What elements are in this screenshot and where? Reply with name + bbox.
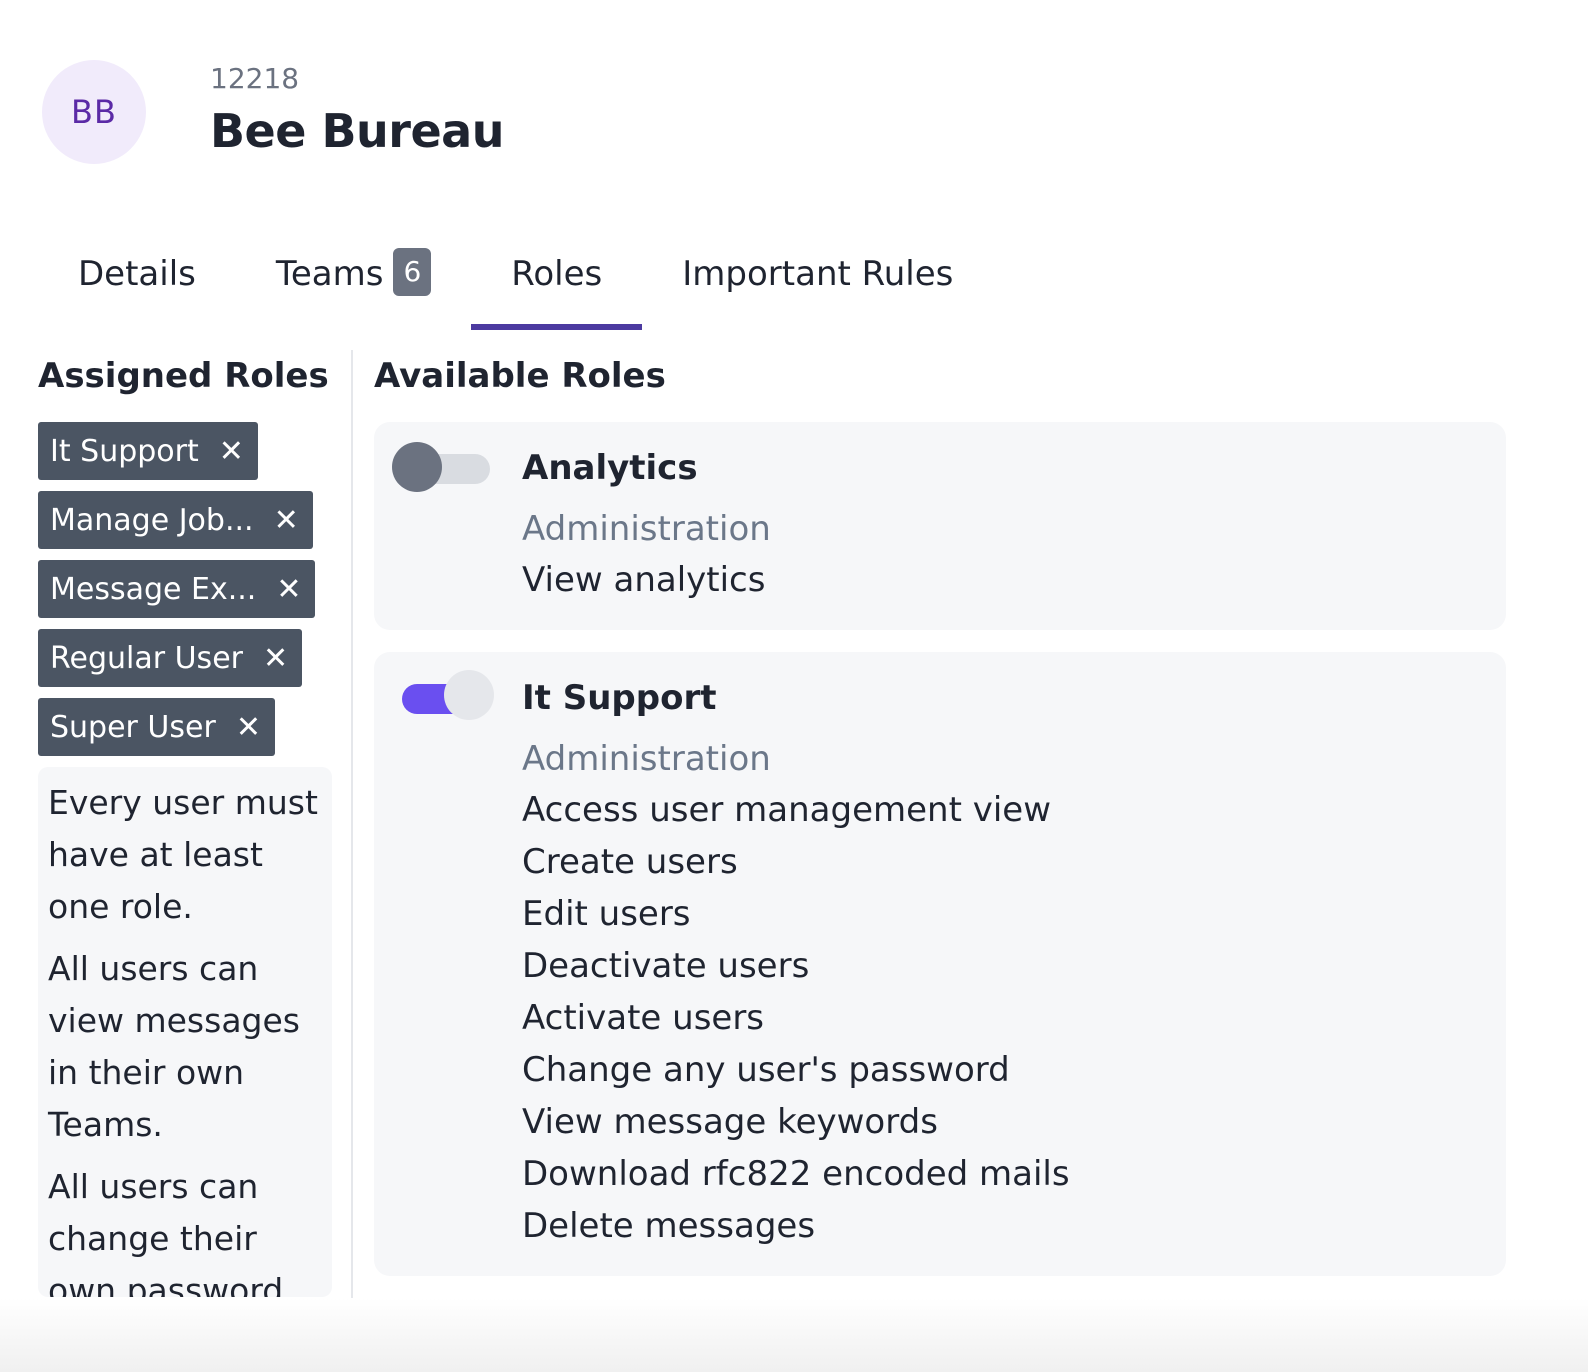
permission-item: Download rfc822 encoded mails	[522, 1154, 1070, 1194]
permission-item: Deactivate users	[522, 946, 810, 986]
permission-item: Create users	[522, 842, 738, 882]
assigned-roles-panel: Assigned Roles It Support ✕ Manage Job..…	[38, 350, 338, 1298]
permission-item: View analytics	[522, 560, 766, 600]
close-icon[interactable]: ✕	[263, 641, 288, 676]
permission-item: View message keywords	[522, 1102, 938, 1142]
column-divider	[351, 350, 353, 1298]
role-card-it-support: It Support Administration Access user ma…	[374, 652, 1506, 1276]
close-icon[interactable]: ✕	[274, 503, 299, 538]
close-icon[interactable]: ✕	[276, 572, 301, 607]
org-id: 12218	[210, 62, 300, 95]
tab-bar: Details Teams 6 Roles Important Rules	[38, 232, 993, 330]
tab-roles[interactable]: Roles	[471, 232, 643, 330]
role-chip-label: It Support	[50, 433, 199, 469]
tab-details[interactable]: Details	[38, 232, 236, 330]
close-icon[interactable]: ✕	[236, 710, 261, 745]
tab-label: Important Rules	[682, 254, 954, 294]
role-chip: Regular User ✕	[38, 629, 303, 687]
assigned-roles-title: Assigned Roles	[38, 356, 329, 396]
role-chip: It Support ✕	[38, 422, 258, 480]
permission-item: Activate users	[522, 998, 765, 1038]
role-chip: Message Ex... ✕	[38, 560, 316, 618]
close-icon[interactable]: ✕	[219, 434, 244, 469]
role-chip-label: Message Ex...	[50, 571, 257, 607]
permission-item: Edit users	[522, 894, 691, 934]
toggle-knob	[392, 442, 442, 492]
role-chip: Super User ✕	[38, 698, 275, 756]
assigned-role-list: It Support ✕ Manage Job... ✕ Message Ex.…	[38, 422, 338, 767]
tab-important-rules[interactable]: Important Rules	[642, 232, 993, 330]
role-chip: Manage Job... ✕	[38, 491, 313, 549]
role-card-analytics: Analytics Administration View analytics	[374, 422, 1506, 630]
permission-item: Access user management view	[522, 790, 1052, 830]
available-roles-panel: Available Roles Analytics Administration…	[374, 350, 1506, 1276]
role-name: Analytics	[522, 448, 698, 488]
role-category: Administration	[522, 509, 771, 549]
rule-text: All users can change their own password.	[48, 1167, 294, 1297]
role-toggle[interactable]	[392, 442, 494, 492]
toggle-knob	[444, 670, 494, 720]
role-chip-label: Regular User	[50, 640, 243, 676]
role-toggle[interactable]	[392, 670, 494, 722]
rule-text: All users can view messages in their own…	[48, 949, 300, 1144]
role-chip-label: Super User	[50, 709, 216, 745]
count-badge: 6	[393, 248, 432, 296]
tab-label: Details	[78, 254, 196, 294]
rule-text: Every user must have at least one role.	[48, 783, 318, 926]
role-category: Administration	[522, 739, 771, 779]
permission-item: Change any user's password	[522, 1050, 1010, 1090]
tab-label: Teams	[275, 254, 384, 294]
bottom-fade	[0, 1298, 1588, 1372]
role-chip-label: Manage Job...	[50, 502, 254, 538]
page-title: Bee Bureau	[210, 104, 504, 158]
tab-label: Roles	[511, 254, 603, 294]
available-roles-title: Available Roles	[374, 356, 666, 396]
tab-teams[interactable]: Teams 6	[236, 232, 471, 330]
role-rules-box: Every user must have at least one role. …	[38, 767, 332, 1297]
avatar: BB	[42, 60, 146, 164]
role-name: It Support	[522, 678, 717, 718]
permission-item: Delete messages	[522, 1206, 816, 1246]
